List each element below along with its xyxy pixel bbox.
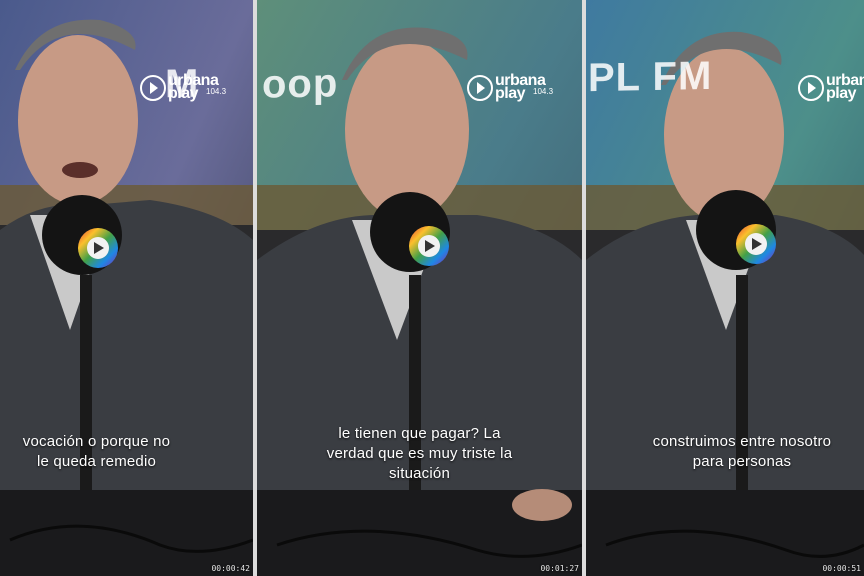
- subtitle-caption: le tienen que pagar? La verdad que es mu…: [326, 425, 513, 482]
- subtitle-caption: vocación o porque no le queda remedio: [22, 433, 171, 470]
- video-panel-3: PL FM urbana 104.3 play construimos entr…: [586, 0, 864, 576]
- video-panel-1: M urbana 104.3 play vocación o porque no…: [0, 0, 253, 576]
- play-disc-icon: [140, 75, 166, 101]
- video-frame-collage: M urbana 104.3 play vocación o porque no…: [0, 0, 864, 576]
- background-sign-text: oop: [262, 61, 339, 107]
- video-timestamp: 00:01:27: [540, 564, 579, 573]
- play-disc-icon: [467, 75, 493, 101]
- video-panel-2: oop urbana 104.3 play le tienen que paga…: [257, 0, 582, 576]
- video-timestamp: 00:00:42: [211, 564, 250, 573]
- subtitle-caption: construimos entre nosotro para personas: [652, 433, 832, 470]
- background-sign-text: PL FM: [588, 53, 713, 101]
- play-disc-icon: [798, 75, 824, 101]
- video-timestamp: 00:00:51: [822, 564, 861, 573]
